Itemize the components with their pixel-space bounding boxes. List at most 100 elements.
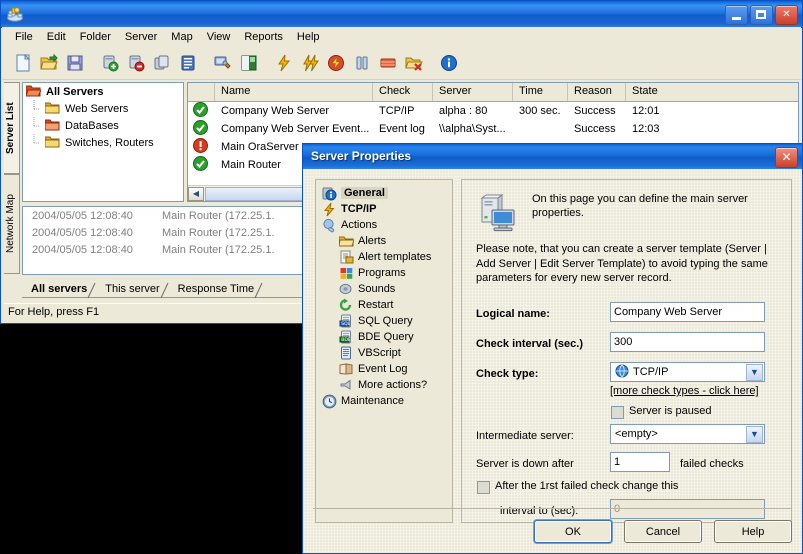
tab-this-server[interactable]: This server [96,281,168,297]
menu-map[interactable]: Map [164,29,199,45]
column-header-state[interactable]: State [626,83,686,101]
check-type-combobox[interactable]: TCP/IP ▼ [610,362,765,382]
server-properties-icon[interactable] [175,50,201,76]
table-row[interactable]: Company Web Server TCP/IP alpha : 80 300… [188,102,798,120]
page-intro: On this page you can define the main ser… [476,192,779,220]
open-folder-icon [26,84,41,100]
sidebar-item-event-log[interactable]: Event Log [316,361,452,377]
server-tools-icon[interactable] [210,50,236,76]
scroll-left-button[interactable]: ◀ [188,187,204,201]
chevron-down-icon[interactable]: ▼ [746,364,763,381]
more-check-types-link[interactable]: [more check types - click here] [610,385,759,397]
ok-button[interactable]: OK [534,520,612,543]
help-button[interactable]: Help [714,520,792,543]
vertical-tab-server-list[interactable]: Server List [4,82,20,174]
tree-label: All Servers [46,86,103,98]
log-time: 2004/05/05 12:08:40 [23,244,162,256]
sidebar-item-vbscript[interactable]: VBScript [316,345,452,361]
logical-name-input[interactable] [610,302,765,322]
sidebar-item-general[interactable]: General [316,185,452,201]
check-type-label: Check type: [476,368,538,380]
sidebar-item-bde-query[interactable]: BDE BDE Query [316,329,452,345]
intermediate-server-combobox[interactable]: <empty> ▼ [610,424,765,444]
menu-file[interactable]: File [8,29,40,45]
window-controls: ✕ [725,5,798,25]
bde-query-icon: BDE [338,330,355,344]
close-button[interactable]: ✕ [775,5,798,25]
tree-node-databases[interactable]: DataBases [23,117,183,134]
log-text: Main Router (172.25.1. [162,227,275,239]
cancel-button[interactable]: Cancel [624,520,702,543]
check-now-icon[interactable] [271,50,297,76]
check-interval-input[interactable] [610,332,765,352]
interval-to-input[interactable] [610,499,765,519]
sidebar-item-alert-templates[interactable]: Alert templates [316,249,452,265]
sidebar-item-sounds[interactable]: Sounds [316,281,452,297]
sidebar-item-alerts[interactable]: Alerts [316,233,452,249]
sidebar-item-sql-query[interactable]: SQL SQL Query [316,313,452,329]
after-first-failed-checkbox[interactable] [477,481,490,494]
menu-view[interactable]: View [200,29,238,45]
menu-server[interactable]: Server [118,29,164,45]
sidebar-item-tcpip[interactable]: TCP/IP [316,201,452,217]
tab-label: Response Time [178,283,254,295]
tab-all-servers[interactable]: All servers [22,281,96,297]
minimize-button[interactable] [725,5,748,25]
open-folder-icon[interactable] [36,50,62,76]
stop-icon[interactable] [375,50,401,76]
sidebar-item-label: Programs [358,267,406,279]
maximize-button[interactable] [750,5,773,25]
copy-server-icon[interactable] [149,50,175,76]
tree-label: Web Servers [65,103,128,115]
save-icon[interactable] [62,50,88,76]
more-actions-icon [338,378,355,392]
table-row[interactable]: Company Web Server Event... Event log \\… [188,120,798,138]
sidebar-item-label: More actions? [358,379,427,391]
menu-help[interactable]: Help [290,29,327,45]
window-titlebar: ✕ [1,1,802,28]
tree-node-switches-routers[interactable]: Switches, Routers [23,134,183,151]
vertical-tab-network-map[interactable]: Network Map [4,174,20,274]
folder-yellow-icon [45,101,60,117]
tab-divider [160,282,169,299]
pause-icon[interactable] [349,50,375,76]
menu-folder[interactable]: Folder [73,29,118,45]
sidebar-item-maintenance[interactable]: Maintenance [316,393,452,409]
dialog-close-button[interactable]: ✕ [775,147,798,168]
chevron-down-icon[interactable]: ▼ [746,426,763,443]
server-tree[interactable]: All Servers Web Servers DataBases [22,82,184,202]
tree-node-all-servers[interactable]: All Servers [23,83,183,100]
server-paused-checkbox[interactable] [611,406,624,419]
sidebar-item-more-actions[interactable]: More actions? [316,377,452,393]
column-header-status[interactable] [188,83,215,101]
sidebar-item-label: Restart [358,299,393,311]
remove-server-icon[interactable] [123,50,149,76]
new-document-icon[interactable] [10,50,36,76]
tab-response-time[interactable]: Response Time [169,281,263,297]
menu-edit[interactable]: Edit [40,29,73,45]
dialog-sidebar[interactable]: General TCP/IP Actions [315,179,453,523]
bulb-icon [321,218,338,233]
delete-folder-icon[interactable] [401,50,427,76]
column-header-server[interactable]: Server [433,83,513,101]
down-after-input[interactable] [610,452,670,472]
sidebar-item-programs[interactable]: Programs [316,265,452,281]
logical-name-label: Logical name: [476,308,550,320]
folder-yellow-icon [45,135,60,151]
lightning-icon [321,202,338,217]
network-map-icon[interactable] [236,50,262,76]
add-server-icon[interactable] [97,50,123,76]
column-header-name[interactable]: Name [215,83,373,101]
clock-icon [321,394,338,409]
check-all-icon[interactable] [297,50,323,76]
menu-reports[interactable]: Reports [237,29,290,45]
column-header-check[interactable]: Check [373,83,433,101]
tree-node-web-servers[interactable]: Web Servers [23,100,183,117]
info-icon[interactable] [436,50,462,76]
sidebar-item-actions[interactable]: Actions [316,217,452,233]
column-header-reason[interactable]: Reason [568,83,626,101]
column-header-time[interactable]: Time [513,83,568,101]
intermediate-server-value: <empty> [611,428,746,440]
check-selected-icon[interactable] [323,50,349,76]
sidebar-item-restart[interactable]: Restart [316,297,452,313]
